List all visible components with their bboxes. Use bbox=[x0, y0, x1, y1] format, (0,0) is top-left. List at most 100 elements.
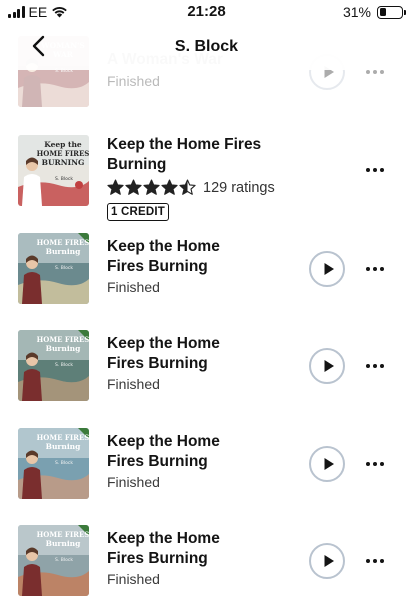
book-title-line: Keep the Home bbox=[107, 530, 220, 547]
star-icon bbox=[107, 179, 124, 195]
book-title[interactable]: Keep the Home Fires Burning bbox=[107, 432, 307, 471]
book-title-line: Fires Burning bbox=[107, 354, 208, 372]
book-title[interactable]: Keep the Home Fires Burning bbox=[107, 334, 307, 373]
book-cover-art: HOME FIRESBurning S. Block bbox=[18, 428, 89, 499]
status-bar: EE 21:28 31% bbox=[0, 0, 413, 24]
star-icon bbox=[143, 179, 160, 195]
battery-fill bbox=[379, 8, 386, 16]
more-options-icon[interactable] bbox=[366, 261, 386, 277]
page-title: S. Block bbox=[174, 38, 239, 55]
book-info: Keep the Home Fires Burning Finished bbox=[107, 334, 307, 392]
book-cover-art: HOME FIRESBurning S. Block bbox=[18, 233, 89, 304]
book-status: Finished bbox=[107, 72, 160, 89]
dot bbox=[380, 267, 384, 271]
dot bbox=[380, 364, 384, 368]
book-cover[interactable]: Keep the HOME FIRES BURNING S. Block bbox=[18, 135, 89, 206]
book-status: Finished bbox=[107, 571, 160, 587]
dot bbox=[366, 70, 370, 74]
dot bbox=[366, 462, 370, 466]
dot bbox=[366, 559, 370, 563]
dot bbox=[366, 267, 370, 271]
cover-author-text: S. Block bbox=[55, 362, 73, 368]
play-icon bbox=[324, 263, 334, 275]
list-item[interactable]: HOME FIRES Burning S. Block Keep the Home Fi… bbox=[0, 233, 413, 331]
rating-count: 129 ratings bbox=[203, 179, 275, 196]
play-icon bbox=[324, 555, 334, 567]
list-item[interactable]: HOME FIRES Burning S. Block Keep the Home Fi… bbox=[0, 525, 413, 600]
battery-percent: 31% bbox=[342, 4, 371, 20]
nav-header: S. Block bbox=[0, 24, 413, 70]
cover-title-text: HOME FIRES bbox=[37, 530, 89, 539]
dot bbox=[373, 462, 377, 466]
book-title-line: Fires Burning bbox=[107, 452, 208, 470]
cover-title-text: BURNING bbox=[42, 158, 85, 167]
cover-title-text: HOME FIRES bbox=[37, 149, 89, 158]
status-right: 31% bbox=[342, 4, 406, 20]
book-cover[interactable]: HOME FIRES Burning S. Block bbox=[18, 428, 89, 499]
dot bbox=[366, 364, 370, 368]
book-info: Keep the Home Fires Burning Finished bbox=[107, 237, 307, 295]
dot bbox=[380, 70, 384, 74]
more-options-icon[interactable] bbox=[366, 358, 386, 374]
cover-title-text: Burning bbox=[46, 442, 81, 451]
credit-badge: 1 CREDIT bbox=[107, 203, 169, 221]
list-item[interactable]: HOME FIRES Burning S. Block Keep the Home Fi… bbox=[0, 428, 413, 526]
cover-title-text: Burning bbox=[46, 344, 81, 353]
dot bbox=[380, 168, 384, 172]
rating-row: 129 ratings bbox=[107, 179, 307, 196]
cover-title-text: HOME FIRES bbox=[37, 238, 89, 247]
book-title-line: Fires Burning bbox=[107, 549, 208, 567]
dot bbox=[366, 168, 370, 172]
star-icon bbox=[161, 179, 178, 195]
battery-icon bbox=[377, 5, 406, 19]
dot bbox=[373, 364, 377, 368]
book-cover-art: HOME FIRESBurning S. Block bbox=[18, 525, 89, 596]
dot bbox=[373, 559, 377, 563]
cover-title-text: HOME FIRES bbox=[37, 335, 89, 344]
play-button[interactable] bbox=[309, 446, 345, 482]
book-title-line: Keep the Home bbox=[107, 335, 220, 352]
play-button[interactable] bbox=[309, 348, 345, 384]
book-cover-art: Keep theHOME FIRESBURNING S. Block bbox=[18, 135, 89, 206]
book-status: Finished bbox=[107, 376, 160, 392]
dot bbox=[380, 462, 384, 466]
book-cover[interactable]: HOME FIRES Burning S. Block bbox=[18, 330, 89, 401]
cover-author-text: S. Block bbox=[55, 460, 73, 466]
play-icon bbox=[324, 458, 334, 470]
book-info: Keep the Home Fires Burning 129 ratings 1 … bbox=[107, 135, 307, 221]
list-item[interactable]: Keep the HOME FIRES BURNING S. Block Keep th… bbox=[0, 135, 413, 233]
book-title-line: Keep the Home bbox=[107, 433, 220, 450]
book-status: Finished bbox=[107, 279, 160, 295]
cover-title-text: Keep the bbox=[44, 140, 82, 149]
book-title[interactable]: Keep the Home Fires Burning bbox=[107, 529, 307, 568]
play-button[interactable] bbox=[309, 543, 345, 579]
book-info: Keep the Home Fires Burning Finished bbox=[107, 529, 307, 587]
more-options-icon[interactable] bbox=[366, 553, 386, 569]
book-cover-art: HOME FIRESBurning S. Block bbox=[18, 330, 89, 401]
star-icon bbox=[125, 179, 142, 195]
book-status: Finished bbox=[107, 474, 160, 490]
play-button[interactable] bbox=[309, 251, 345, 287]
book-cover[interactable]: HOME FIRES Burning S. Block bbox=[18, 525, 89, 596]
more-options-icon[interactable] bbox=[366, 162, 386, 178]
dot bbox=[380, 559, 384, 563]
list-item[interactable]: HOME FIRES Burning S. Block Keep the Home Fi… bbox=[0, 330, 413, 428]
book-title-line: Keep the Home Fires Burning bbox=[107, 136, 262, 173]
book-info: Keep the Home Fires Burning Finished bbox=[107, 432, 307, 490]
dot bbox=[373, 267, 377, 271]
cover-title-text: Burning bbox=[46, 539, 81, 548]
book-cover[interactable]: HOME FIRES Burning S. Block bbox=[18, 233, 89, 304]
book-title-line: Fires Burning bbox=[107, 257, 208, 275]
cover-author-text: S. Block bbox=[55, 176, 73, 182]
star-icon bbox=[179, 179, 196, 195]
cover-author-text: S. Block bbox=[55, 265, 73, 271]
cover-author-text: S. Block bbox=[55, 557, 73, 563]
dot bbox=[373, 168, 377, 172]
cover-title-text: Burning bbox=[46, 247, 81, 256]
more-options-icon[interactable] bbox=[366, 456, 386, 472]
dot bbox=[373, 70, 377, 74]
book-title[interactable]: Keep the Home Fires Burning bbox=[107, 135, 307, 174]
book-title[interactable]: Keep the Home Fires Burning bbox=[107, 237, 307, 276]
play-icon bbox=[324, 360, 334, 372]
cover-title-text: HOME FIRES bbox=[37, 433, 89, 442]
